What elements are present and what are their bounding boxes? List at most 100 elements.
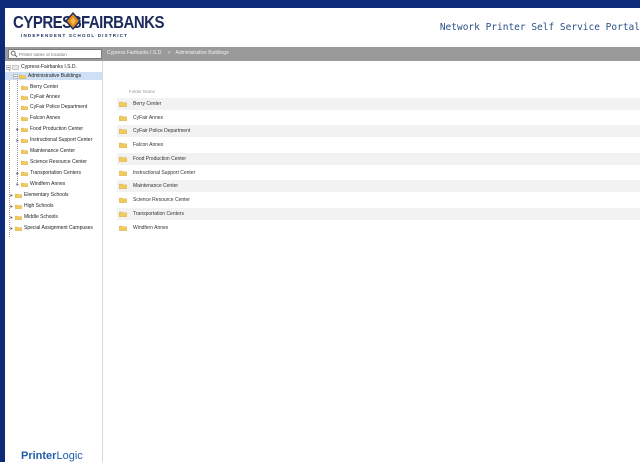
folder-icon	[119, 128, 127, 134]
expand-minus-icon[interactable]	[6, 64, 11, 70]
folder-icon	[119, 115, 127, 121]
logo-subtitle: INDEPENDENT SCHOOL DISTRICT	[21, 33, 129, 38]
folder-icon	[15, 193, 22, 198]
tree-item-label: Maintenance Center	[30, 148, 76, 154]
tree-item-label: Administrative Buildings	[28, 73, 82, 79]
folder-icon	[21, 149, 28, 154]
logo-word-right: FAIRBANKS	[81, 13, 165, 33]
folder-icon	[15, 204, 22, 209]
tree-item-special-assignment[interactable]: Special Assignment Campuses	[9, 224, 93, 232]
tree-item-maintenance[interactable]: Maintenance Center	[21, 147, 75, 155]
list-item[interactable]: CyFair Annex	[117, 112, 640, 124]
district-logo[interactable]: CYPRESS FAIRBANKS INDEPENDENT SCHOOL DIS…	[11, 11, 165, 43]
folder-icon	[21, 138, 28, 143]
tree-item-food-production[interactable]: Food Production Center	[15, 125, 83, 133]
folder-icon	[19, 74, 26, 79]
tree-item-label: Instructional Support Center	[30, 137, 93, 143]
folder-icon	[119, 142, 127, 148]
list-item[interactable]: Windfern Annex	[117, 222, 640, 234]
folder-icon	[21, 95, 28, 100]
tree-connector	[9, 69, 10, 237]
expand-arrow-icon[interactable]	[15, 127, 20, 132]
list-item-label: Transportation Centers	[133, 211, 184, 217]
expand-arrow-icon[interactable]	[9, 204, 14, 209]
list-item-label: CyFair Police Department	[133, 128, 191, 134]
expand-arrow-icon[interactable]	[15, 182, 20, 187]
folder-list-panel: Folder Name Berry Center CyFair Annex Cy…	[103, 61, 640, 462]
expand-minus-icon[interactable]	[13, 73, 18, 79]
search-icon	[10, 50, 18, 58]
list-item[interactable]: Transportation Centers	[117, 208, 640, 220]
tree-item-instructional-support[interactable]: Instructional Support Center	[15, 136, 92, 144]
sidebar-tree: Cypress-Fairbanks I.S.D. Administrative …	[5, 61, 103, 462]
expand-arrow-icon[interactable]	[15, 138, 20, 143]
search-input[interactable]	[18, 50, 98, 58]
list-item-label: Windfern Annex	[133, 225, 169, 231]
tree-item-label: CyFair Police Department	[30, 104, 88, 110]
list-item-label: Falcon Annex	[133, 142, 164, 148]
column-header-folder-name[interactable]: Folder Name	[129, 89, 155, 94]
tree-item-transportation[interactable]: Transportation Centers	[15, 169, 81, 177]
tree-item-label: Windfern Annex	[30, 181, 66, 187]
list-item[interactable]: CyFair Police Department	[117, 125, 640, 137]
list-item-label: Instructional Support Center	[133, 170, 196, 176]
tree-item-berry-center[interactable]: Berry Center	[21, 83, 58, 91]
search-box[interactable]	[8, 49, 102, 59]
folder-icon	[21, 85, 28, 90]
app-window: CYPRESS FAIRBANKS INDEPENDENT SCHOOL DIS…	[5, 8, 640, 462]
tree-item-high-schools[interactable]: High Schools	[9, 202, 53, 210]
tree-item-science-resource[interactable]: Science Resource Center	[21, 158, 87, 166]
tree-item-cyfair-police[interactable]: CyFair Police Department	[21, 103, 87, 111]
tree-item-label: Transportation Centers	[30, 170, 81, 176]
folder-icon	[119, 225, 127, 231]
list-item[interactable]: Science Resource Center	[117, 194, 640, 206]
folder-icon	[21, 160, 28, 165]
tree-item-label: Elementary Schools	[24, 192, 69, 198]
site-icon	[12, 64, 19, 70]
breadcrumb-separator: >	[167, 50, 171, 56]
tree-item-elementary-schools[interactable]: Elementary Schools	[9, 191, 68, 199]
tree-item-windfern-annex[interactable]: Windfern Annex	[15, 180, 65, 188]
printerlogic-logo: PrinterLogic	[21, 450, 83, 462]
list-item[interactable]: Falcon Annex	[117, 139, 640, 151]
tree-item-label: Science Resource Center	[30, 159, 87, 165]
tree-item-label: Special Assignment Campuses	[24, 225, 93, 231]
folder-icon	[21, 171, 28, 176]
tree-item-root[interactable]: Cypress-Fairbanks I.S.D.	[6, 63, 102, 71]
folder-icon	[21, 105, 28, 110]
list-item[interactable]: Berry Center	[117, 98, 640, 110]
list-item-label: Science Resource Center	[133, 197, 190, 203]
breadcrumb-root[interactable]: Cypress Fairbanks I.S.D.	[107, 50, 163, 56]
tree-item-label: Middle Schools	[24, 214, 58, 220]
folder-icon	[119, 156, 127, 162]
list-item[interactable]: Food Production Center	[117, 153, 640, 165]
folder-icon	[21, 127, 28, 132]
folder-icon	[119, 170, 127, 176]
folder-icon	[119, 197, 127, 203]
list-item-label: Maintenance Center	[133, 183, 179, 189]
folder-icon	[21, 182, 28, 187]
list-item[interactable]: Instructional Support Center	[117, 167, 640, 179]
folder-icon	[21, 116, 28, 121]
printerlogic-word-2: Logic	[56, 450, 83, 462]
folder-icon	[119, 101, 127, 107]
tree-item-administrative-buildings[interactable]: Administrative Buildings	[5, 72, 102, 80]
toolbar: Cypress Fairbanks I.S.D. > Administrativ…	[5, 47, 640, 61]
folder-icon	[119, 183, 127, 189]
list-item[interactable]: Maintenance Center	[117, 180, 640, 192]
expand-arrow-icon[interactable]	[9, 193, 14, 198]
header: CYPRESS FAIRBANKS INDEPENDENT SCHOOL DIS…	[5, 8, 640, 43]
list-item-label: Food Production Center	[133, 156, 187, 162]
tree-item-label: Berry Center	[30, 84, 59, 90]
printerlogic-word-1: Printer	[21, 450, 57, 462]
tree-item-cyfair-annex[interactable]: CyFair Annex	[21, 93, 60, 101]
expand-arrow-icon[interactable]	[15, 171, 20, 176]
tree-item-middle-schools[interactable]: Middle Schools	[9, 213, 58, 221]
expand-arrow-icon[interactable]	[9, 226, 14, 231]
portal-title: Network Printer Self Service Portal	[439, 22, 640, 33]
tree-item-label: CyFair Annex	[30, 94, 61, 100]
star-diamond-icon	[65, 12, 81, 30]
breadcrumb-current: Administrative Buildings	[175, 50, 229, 56]
tree-item-falcon-annex[interactable]: Falcon Annex	[21, 114, 60, 122]
expand-arrow-icon[interactable]	[9, 215, 14, 220]
